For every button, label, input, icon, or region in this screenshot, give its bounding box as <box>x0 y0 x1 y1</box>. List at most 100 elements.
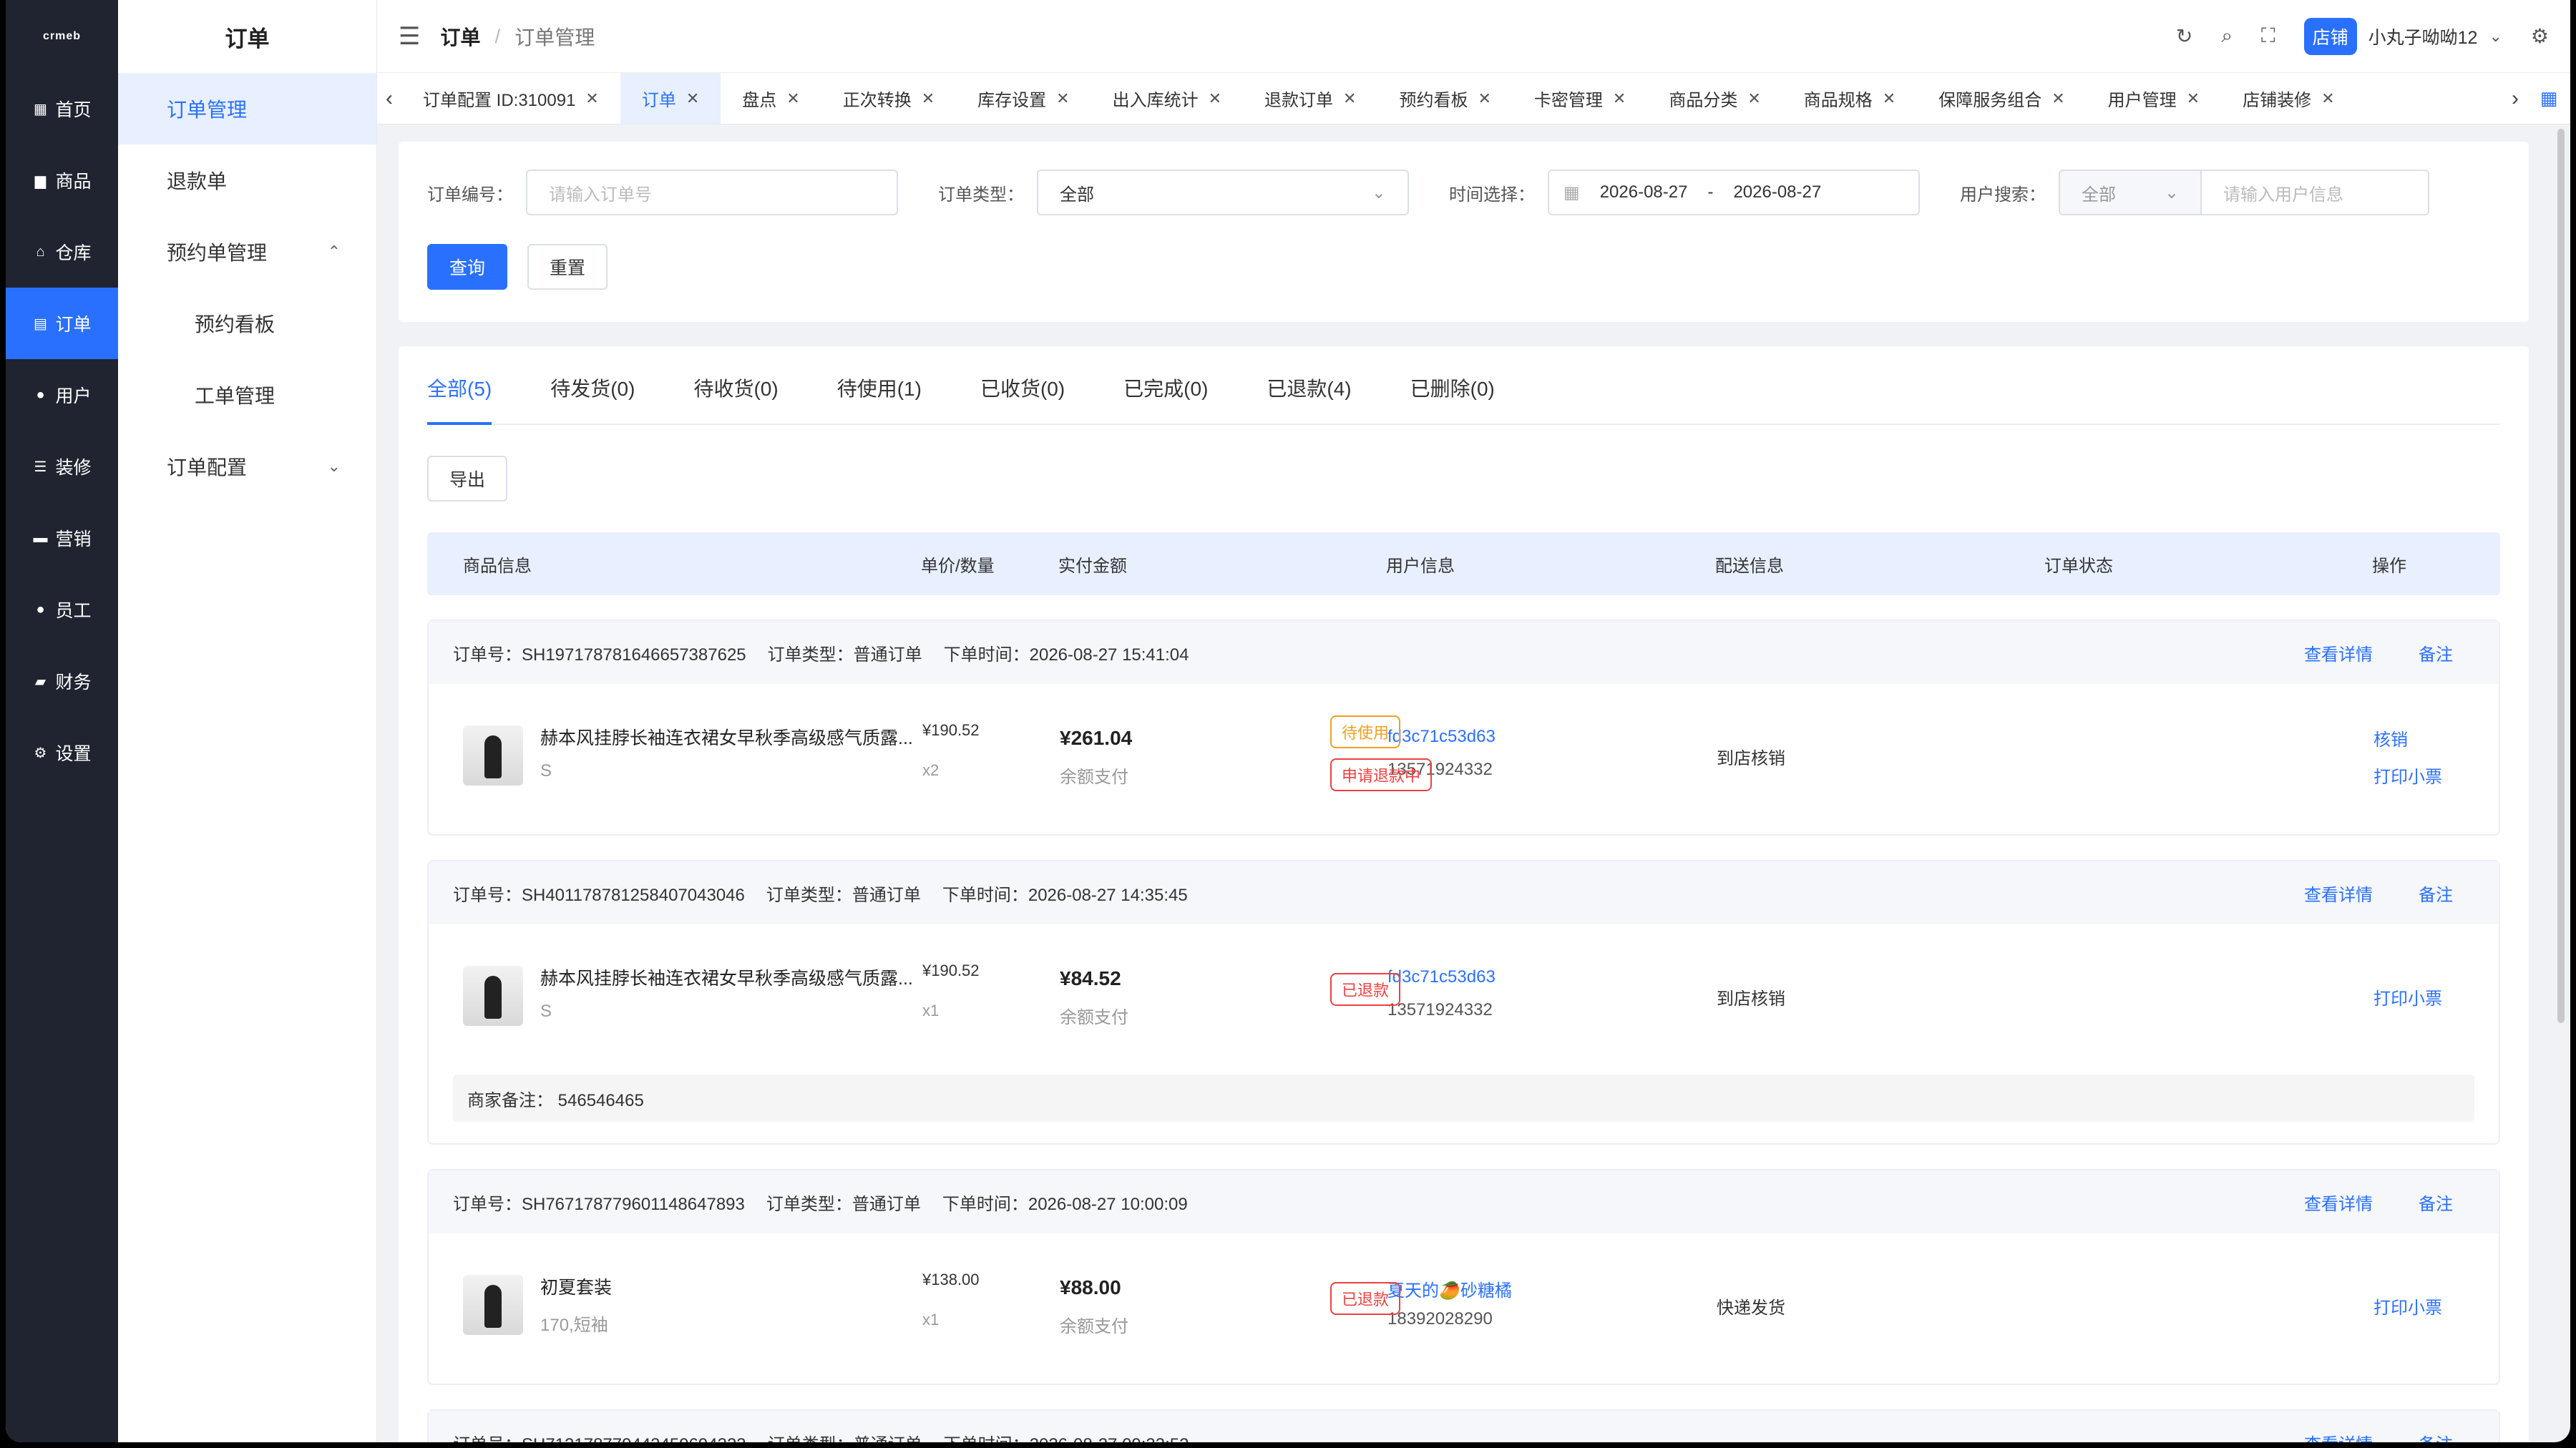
close-icon[interactable]: ✕ <box>1209 89 1221 108</box>
close-icon[interactable]: ✕ <box>786 89 799 108</box>
close-icon[interactable]: ✕ <box>1883 89 1896 108</box>
print-receipt-link[interactable]: 打印小票 <box>2373 984 2442 1009</box>
close-icon[interactable]: ✕ <box>585 89 598 108</box>
username[interactable]: 小丸子呦呦12 <box>2368 24 2478 49</box>
breadcrumb-root[interactable]: 订单 <box>440 22 480 51</box>
close-icon[interactable]: ✕ <box>1613 89 1626 108</box>
page-tab[interactable]: 店铺装修 ✕ <box>2221 73 2356 124</box>
submenu-item-1[interactable]: 退款单 <box>118 145 376 216</box>
print-receipt-link[interactable]: 打印小票 <box>2373 763 2442 788</box>
user-search-input[interactable]: 请输入用户信息 <box>2202 170 2429 215</box>
page-tab[interactable]: 保障服务组合 ✕ <box>1917 73 2086 124</box>
close-icon[interactable]: ✕ <box>686 89 699 108</box>
status-tab[interactable]: 已完成(0) <box>1123 373 1208 424</box>
close-icon[interactable]: ✕ <box>922 89 935 108</box>
order-type-select[interactable]: 全部 ⌄ <box>1037 170 1409 215</box>
user-menu[interactable]: 店铺 小丸子呦呦12 ⌄ <box>2303 17 2502 55</box>
product-name[interactable]: 赫本风挂脖长袖连衣裙女早秋季高级感气质露... <box>540 964 913 990</box>
close-icon[interactable]: ✕ <box>1056 89 1069 108</box>
table-header-cell: 实付金额 <box>1058 556 1127 576</box>
remark-link[interactable]: 备注 <box>2419 640 2453 665</box>
page-tab[interactable]: 商品分类 ✕ <box>1647 73 1782 124</box>
query-button[interactable]: 查询 <box>427 244 507 290</box>
page-tab[interactable]: 订单 ✕ <box>620 73 721 124</box>
view-detail-link[interactable]: 查看详情 <box>2304 881 2373 906</box>
page-tab[interactable]: 用户管理 ✕ <box>2087 73 2221 124</box>
page-tab[interactable]: 盘点 ✕ <box>721 73 821 124</box>
refresh-icon[interactable]: ↻ <box>2176 24 2192 48</box>
date-range-picker[interactable]: ▦ 2026-08-27 - 2026-08-27 <box>1548 170 1920 215</box>
page-tab[interactable]: 正次转换 ✕ <box>821 73 956 124</box>
rail-item-8[interactable]: ▰ 财务 <box>6 645 118 717</box>
rail-item-4[interactable]: ● 用户 <box>6 359 118 431</box>
close-icon[interactable]: ✕ <box>2321 89 2334 108</box>
product-thumbnail[interactable] <box>463 1275 523 1335</box>
date-end[interactable]: 2026-08-27 <box>1733 182 1821 202</box>
close-icon[interactable]: ✕ <box>1478 89 1491 108</box>
close-icon[interactable]: ✕ <box>1343 89 1356 108</box>
rail-item-3[interactable]: ▤ 订单 <box>6 288 118 359</box>
search-icon[interactable]: ⌕ <box>2221 24 2233 48</box>
submenu-item-3[interactable]: 预约看板 <box>118 288 376 359</box>
product-thumbnail[interactable] <box>463 966 523 1026</box>
product-thumbnail[interactable] <box>463 725 523 786</box>
page-tab[interactable]: 预约看板 ✕ <box>1377 73 1512 124</box>
verify-link[interactable]: 核销 <box>2373 725 2408 750</box>
order-no-input[interactable]: 请输入订单号 <box>526 170 898 215</box>
status-tab[interactable]: 待使用(1) <box>837 373 922 424</box>
settings-gear-icon[interactable]: ⚙ <box>2531 24 2549 48</box>
rail-item-7[interactable]: ● 员工 <box>6 574 118 645</box>
print-receipt-link[interactable]: 打印小票 <box>2373 1293 2442 1319</box>
order-order-no: 订单号：SH401178781258407043046 <box>453 885 745 905</box>
status-tab[interactable]: 已删除(0) <box>1410 373 1495 424</box>
rail-item-1[interactable]: ▆ 商品 <box>6 145 118 216</box>
page-tab[interactable]: 订单配置 ID:310091 ✕ <box>401 73 620 124</box>
content-area: 订单编号： 请输入订单号 订单类型： 全部 ⌄ 时间选择： ▦ 2026-08-… <box>377 124 2550 1442</box>
tabs-scroll-right-icon[interactable]: › <box>2503 87 2527 111</box>
status-tab[interactable]: 已退款(4) <box>1267 373 1351 424</box>
view-detail-link[interactable]: 查看详情 <box>2304 1430 2373 1443</box>
view-detail-link[interactable]: 查看详情 <box>2304 1190 2373 1215</box>
page-tab[interactable]: 卡密管理 ✕ <box>1513 73 1647 124</box>
chevron-down-icon[interactable]: ⌄ <box>2489 27 2502 46</box>
rail-item-2[interactable]: ⌂ 仓库 <box>6 216 118 288</box>
export-button[interactable]: 导出 <box>427 456 507 502</box>
status-tab[interactable]: 全部(5) <box>427 373 492 425</box>
remark-link[interactable]: 备注 <box>2419 881 2453 906</box>
page-tab[interactable]: 商品规格 ✕ <box>1782 73 1917 124</box>
user-name[interactable]: fd3c71c53d63 <box>1387 967 1496 987</box>
rail-item-5[interactable]: ☰ 装修 <box>6 431 118 502</box>
menu-toggle-icon[interactable]: ☰ <box>399 22 420 51</box>
remark-link[interactable]: 备注 <box>2419 1430 2453 1443</box>
status-tab[interactable]: 待发货(0) <box>550 373 635 424</box>
user-name[interactable]: 夏天的🥭砂糖橘 <box>1387 1276 1512 1301</box>
submenu-item-4[interactable]: 工单管理 <box>118 359 376 431</box>
page-tab[interactable]: 退款订单 ✕ <box>1243 73 1377 124</box>
product-name[interactable]: 赫本风挂脖长袖连衣裙女早秋季高级感气质露... <box>540 724 913 750</box>
page-tab[interactable]: 出入库统计 ✕ <box>1091 73 1243 124</box>
user-search-type-select[interactable]: 全部 ⌄ <box>2059 170 2202 215</box>
status-tab[interactable]: 已收货(0) <box>980 373 1065 424</box>
submenu-item-0[interactable]: 订单管理 <box>118 73 376 145</box>
page-tab[interactable]: 库存设置 ✕ <box>956 73 1091 124</box>
product-name[interactable]: 初夏套装 <box>540 1273 612 1299</box>
status-tab[interactable]: 待收货(0) <box>693 373 778 424</box>
rail-item-6[interactable]: ▬ 营销 <box>6 502 118 574</box>
remark-link[interactable]: 备注 <box>2419 1190 2453 1215</box>
tabs-scroll-left-icon[interactable]: ‹ <box>377 87 401 111</box>
close-icon[interactable]: ✕ <box>2051 89 2064 108</box>
close-icon[interactable]: ✕ <box>1747 89 1760 108</box>
submenu-item-5[interactable]: 订单配置 ⌄ <box>118 431 376 502</box>
page-scrollbar[interactable] <box>2557 129 2565 1023</box>
rail-item-9[interactable]: ⚙ 设置 <box>6 717 118 788</box>
store-button[interactable]: 店铺 <box>2303 17 2357 55</box>
submenu-item-2[interactable]: 预约单管理 ⌃ <box>118 216 376 288</box>
tabs-menu-icon[interactable]: ▦ <box>2527 87 2570 109</box>
date-start[interactable]: 2026-08-27 <box>1600 182 1688 202</box>
rail-item-0[interactable]: ▦ 首页 <box>6 73 118 145</box>
fullscreen-icon[interactable]: ⛶ <box>2261 24 2275 48</box>
close-icon[interactable]: ✕ <box>2187 89 2200 108</box>
user-name[interactable]: fd3c71c53d63 <box>1387 727 1496 747</box>
reset-button[interactable]: 重置 <box>527 244 608 290</box>
view-detail-link[interactable]: 查看详情 <box>2304 640 2373 665</box>
